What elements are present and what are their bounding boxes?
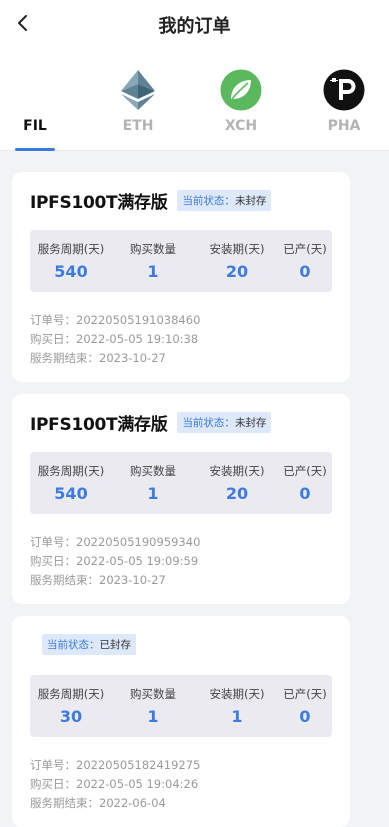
- tab-label: XCH: [224, 118, 258, 134]
- stat-label: 安装期(天): [209, 464, 265, 478]
- top-bar: 我的订单: [0, 0, 389, 48]
- stat-value: 1: [147, 707, 159, 726]
- stat-value: 0: [299, 707, 311, 726]
- order-header: 当前状态：已封存: [42, 630, 136, 658]
- stat-value: 1: [147, 484, 159, 503]
- order-info: 订单号：20220505191038460 购买日：2022-05-05 19:…: [30, 311, 200, 368]
- stat-value: 30: [59, 707, 83, 726]
- stat-label: 安装期(天): [209, 242, 265, 256]
- order-info: 订单号：20220505182419275 购买日：2022-05-05 19:…: [30, 756, 200, 813]
- tab-label: PHA: [327, 118, 361, 134]
- stat-label: 服务周期(天): [37, 464, 105, 478]
- purchase-date-value: 2022-05-05 19:04:26: [76, 777, 199, 791]
- stat-value: 1: [231, 707, 243, 726]
- status-value: 未封存: [234, 194, 267, 207]
- stat-value: 1: [147, 262, 159, 281]
- service-end-date: 服务期结束：2023-10-27: [30, 349, 200, 368]
- service-end-date: 服务期结束：2023-10-27: [30, 571, 200, 590]
- stat-label: 安装期(天): [209, 687, 265, 701]
- product-name: IPFS100T满存版: [30, 192, 168, 213]
- order-card[interactable]: IPFS100T满存版 当前状态：未封存 服务周期(天) 540 购买数量 1 …: [12, 172, 350, 382]
- stat-label: 服务周期(天): [37, 242, 105, 256]
- purchase-date-label: 购买日：: [30, 777, 76, 791]
- purchase-date: 购买日：2022-05-05 19:09:59: [30, 552, 200, 571]
- stat-value: 540: [54, 484, 88, 503]
- order-number-value: 20220505182419275: [76, 758, 201, 772]
- service-end-date: 服务期结束：2022-06-04: [30, 794, 200, 813]
- stat-label: 购买数量: [130, 687, 176, 701]
- order-number-value: 20220505190959340: [76, 535, 201, 549]
- purchase-date: 购买日：2022-05-05 19:10:38: [30, 330, 200, 349]
- status-label: 当前状态：: [47, 638, 100, 651]
- tab-xch[interactable]: XCH: [209, 48, 273, 151]
- order-header: IPFS100T满存版 当前状态：未封存: [30, 186, 272, 214]
- purchase-date-value: 2022-05-05 19:09:59: [76, 554, 199, 568]
- purchase-date: 购买日：2022-05-05 19:04:26: [30, 775, 200, 794]
- active-tab-indicator: [15, 148, 55, 151]
- order-number-label: 订单号：: [30, 758, 76, 772]
- purchase-date-label: 购买日：: [30, 332, 76, 346]
- tab-label: ETH: [122, 118, 154, 134]
- stat-label: 购买数量: [130, 464, 176, 478]
- stat-label: 服务周期(天): [37, 687, 105, 701]
- status-badge: 当前状态：未封存: [177, 189, 272, 211]
- order-number-label: 订单号：: [30, 313, 76, 327]
- stat-label: 已产(天): [283, 242, 327, 256]
- chia-leaf-icon: [220, 69, 262, 111]
- status-label: 当前状态：: [182, 416, 235, 429]
- order-card[interactable]: 当前状态：已封存 服务周期(天) 30 购买数量 1 安装期(天) 1 已产(天…: [12, 616, 350, 827]
- page-title: 我的订单: [158, 16, 231, 37]
- stat-value: 0: [299, 484, 311, 503]
- phala-icon: [323, 69, 365, 111]
- service-end-value: 2023-10-27: [99, 351, 166, 365]
- service-end-label: 服务期结束：: [30, 351, 99, 365]
- tab-eth[interactable]: ETH: [106, 48, 170, 151]
- status-label: 当前状态：: [182, 194, 235, 207]
- tab-fil[interactable]: FIL: [3, 48, 67, 151]
- tab-label: FIL: [23, 118, 47, 134]
- order-number-value: 20220505191038460: [76, 313, 201, 327]
- stat-value: 0: [299, 262, 311, 281]
- stat-label: 已产(天): [283, 687, 327, 701]
- tab-pha[interactable]: PHA: [312, 48, 376, 151]
- stat-label: 已产(天): [283, 464, 327, 478]
- status-value: 未封存: [234, 416, 267, 429]
- ethereum-icon: [121, 70, 155, 110]
- order-number: 订单号：20220505190959340: [30, 533, 200, 552]
- stat-label: 购买数量: [130, 242, 176, 256]
- status-badge: 当前状态：未封存: [177, 411, 272, 433]
- order-stats: 服务周期(天) 30 购买数量 1 安装期(天) 1 已产(天) 0: [30, 675, 332, 737]
- order-number-label: 订单号：: [30, 535, 76, 549]
- service-end-value: 2022-06-04: [99, 796, 166, 810]
- status-badge: 当前状态：已封存: [42, 633, 136, 655]
- order-card[interactable]: IPFS100T满存版 当前状态：未封存 服务周期(天) 540 购买数量 1 …: [12, 394, 350, 604]
- status-value: 已封存: [99, 638, 132, 651]
- order-number: 订单号：20220505182419275: [30, 756, 200, 775]
- stat-value: 540: [54, 262, 88, 281]
- purchase-date-label: 购买日：: [30, 554, 76, 568]
- service-end-label: 服务期结束：: [30, 573, 99, 587]
- order-stats: 服务周期(天) 540 购买数量 1 安装期(天) 20 已产(天) 0: [30, 452, 332, 514]
- order-header: IPFS100T满存版 当前状态：未封存: [30, 408, 272, 436]
- service-end-value: 2023-10-27: [99, 573, 166, 587]
- coin-tabs: FIL ETH XCH PHA: [0, 48, 389, 151]
- stat-value: 20: [225, 484, 249, 503]
- order-info: 订单号：20220505190959340 购买日：2022-05-05 19:…: [30, 533, 200, 590]
- stat-value: 20: [225, 262, 249, 281]
- purchase-date-value: 2022-05-05 19:10:38: [76, 332, 199, 346]
- order-number: 订单号：20220505191038460: [30, 311, 200, 330]
- product-name: IPFS100T满存版: [30, 414, 168, 435]
- service-end-label: 服务期结束：: [30, 796, 99, 810]
- order-stats: 服务周期(天) 540 购买数量 1 安装期(天) 20 已产(天) 0: [30, 230, 332, 292]
